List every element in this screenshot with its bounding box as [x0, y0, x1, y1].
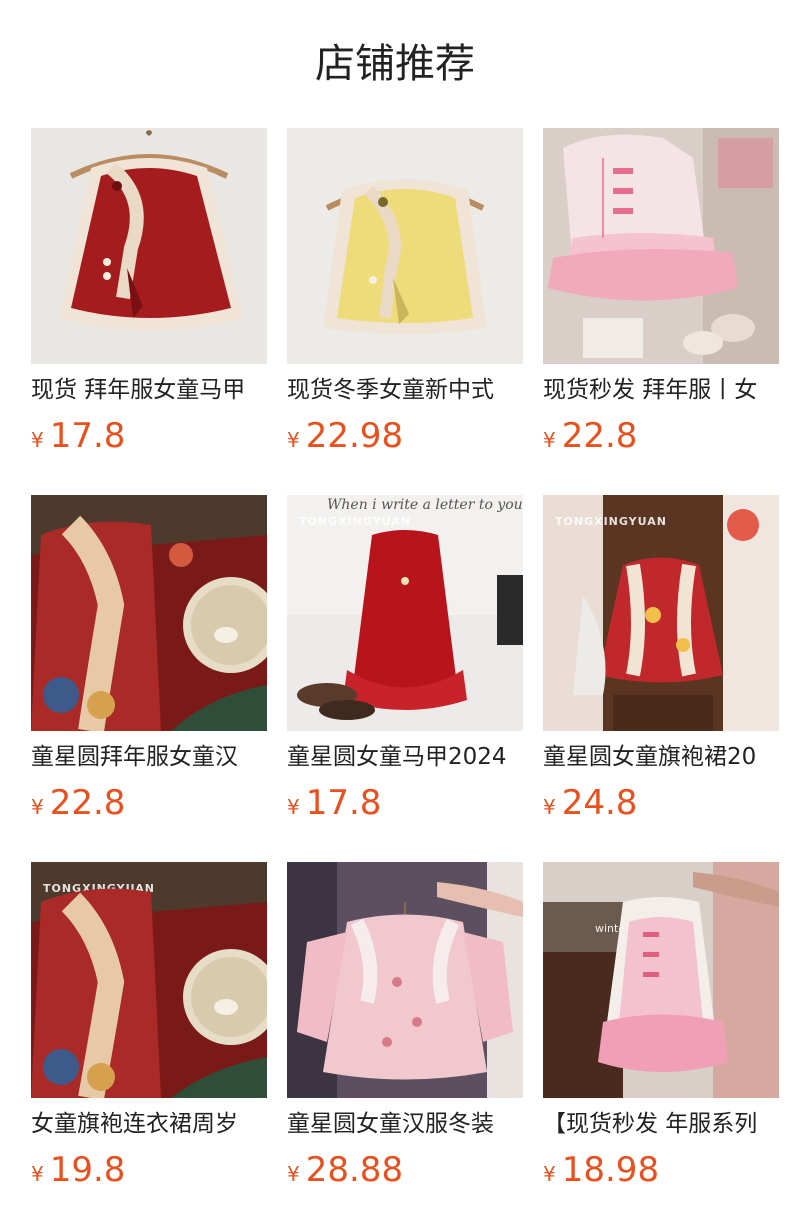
product-title[interactable]: 童星圆拜年服女童汉	[31, 741, 267, 773]
price-amount: 22.8	[561, 416, 638, 456]
product-price: ¥22.8	[543, 414, 637, 458]
currency-symbol: ¥	[31, 428, 44, 452]
product-card[interactable]: When i write a letter to you TONGXINGYUA…	[287, 495, 523, 862]
brand-watermark: TONGXINGYUAN	[299, 515, 411, 528]
product-price: ¥28.88	[287, 1148, 403, 1192]
product-title[interactable]: 童星圆女童汉服冬装	[287, 1108, 523, 1140]
product-title[interactable]: 现货 拜年服女童马甲	[31, 374, 267, 406]
price-amount: 28.88	[305, 1150, 404, 1190]
currency-symbol: ¥	[287, 428, 300, 452]
product-title[interactable]: 【现货秒发 年服系列	[543, 1108, 779, 1140]
product-image-yellow-fur-trim-vest[interactable]	[287, 128, 523, 364]
page-title: 店铺推荐	[315, 41, 475, 87]
product-card[interactable]: 现货 拜年服女童马甲 ¥17.8	[31, 128, 267, 495]
product-image-red-fur-trim-vest[interactable]	[31, 128, 267, 364]
product-card[interactable]: TONGXINGYUAN 童星圆女童旗袍裙20 ¥24.8	[543, 495, 779, 862]
product-image-pink-fur-vest-set[interactable]: winter	[543, 862, 779, 1098]
product-image-floral-qipao-dress[interactable]: TONGXINGYUAN	[543, 495, 779, 731]
product-card[interactable]: winter 【现货秒发 年服系列 ¥18.98	[543, 862, 779, 1229]
handwriting-text: When i write a letter to you	[327, 497, 523, 513]
product-title[interactable]: 童星圆女童马甲2024	[287, 741, 523, 773]
price-amount: 17.8	[49, 416, 126, 456]
currency-symbol: ¥	[31, 1162, 44, 1186]
product-price: ¥22.8	[31, 781, 125, 825]
product-image-red-sparkle-vest[interactable]: When i write a letter to you TONGXINGYUA…	[287, 495, 523, 731]
product-price: ¥19.8	[31, 1148, 125, 1192]
currency-symbol: ¥	[543, 1162, 556, 1186]
currency-symbol: ¥	[543, 795, 556, 819]
product-image-pink-floral-dress[interactable]	[287, 862, 523, 1098]
product-card[interactable]: 现货冬季女童新中式 ¥22.98	[287, 128, 523, 495]
product-card[interactable]: TONGXINGYUAN 女童旗袍连衣裙周岁 ¥19.8	[31, 862, 267, 1229]
product-price: ¥17.8	[31, 414, 125, 458]
product-grid: 现货 拜年服女童马甲 ¥17.8 现货冬季女童新中式 ¥22.98 现货秒发 拜…	[31, 128, 779, 1229]
brand-watermark: TONGXINGYUAN	[555, 515, 667, 528]
price-amount: 17.8	[305, 783, 382, 823]
price-amount: 18.98	[561, 1150, 660, 1190]
price-amount: 24.8	[561, 783, 638, 823]
currency-symbol: ¥	[31, 795, 44, 819]
product-title[interactable]: 童星圆女童旗袍裙20	[543, 741, 779, 773]
product-price: ¥24.8	[543, 781, 637, 825]
currency-symbol: ¥	[543, 428, 556, 452]
currency-symbol: ¥	[287, 795, 300, 819]
currency-symbol: ¥	[287, 1162, 300, 1186]
product-card[interactable]: 童星圆拜年服女童汉 ¥22.8	[31, 495, 267, 862]
product-price: ¥17.8	[287, 781, 381, 825]
product-image-floral-red-jacket-with-fan[interactable]	[31, 495, 267, 731]
price-amount: 19.8	[49, 1150, 126, 1190]
product-image-floral-red-jacket-closeup[interactable]: TONGXINGYUAN	[31, 862, 267, 1098]
product-title[interactable]: 现货秒发 拜年服丨女	[543, 374, 779, 406]
product-card[interactable]: 童星圆女童汉服冬装 ¥28.88	[287, 862, 523, 1229]
product-title[interactable]: 女童旗袍连衣裙周岁	[31, 1108, 267, 1140]
product-image-pink-fur-cape[interactable]	[543, 128, 779, 364]
product-card[interactable]: 现货秒发 拜年服丨女 ¥22.8	[543, 128, 779, 495]
price-amount: 22.98	[305, 416, 404, 456]
product-title[interactable]: 现货冬季女童新中式	[287, 374, 523, 406]
product-price: ¥18.98	[543, 1148, 659, 1192]
product-price: ¥22.98	[287, 414, 403, 458]
price-amount: 22.8	[49, 783, 126, 823]
